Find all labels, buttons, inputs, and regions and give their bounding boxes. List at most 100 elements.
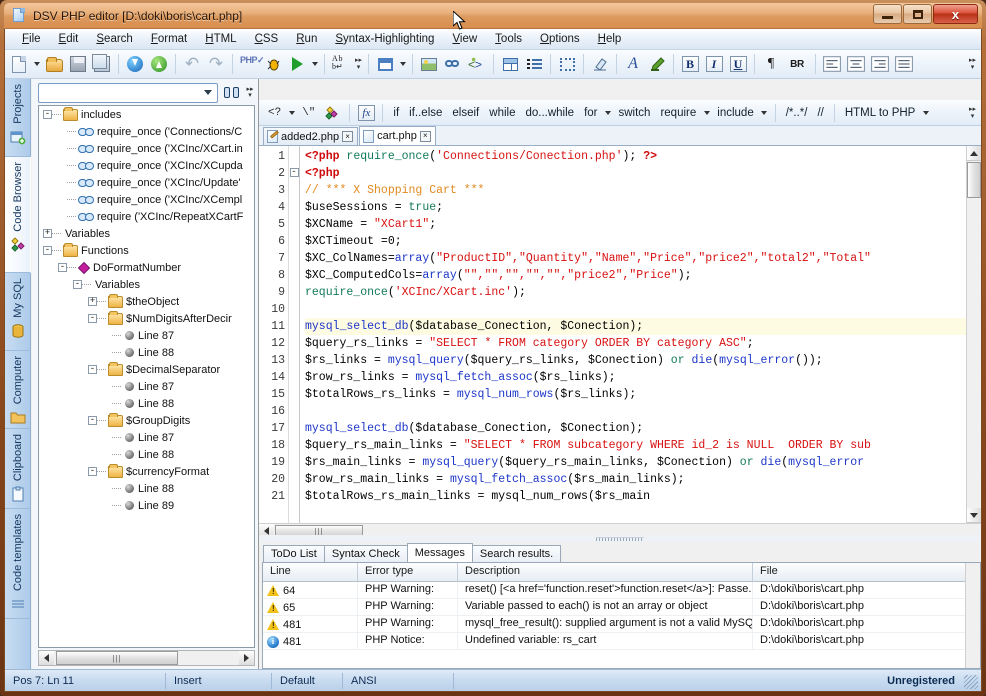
- keyword-require-dropdown[interactable]: [701, 101, 712, 125]
- php-toolbar-expand-button[interactable]: ▸▸▾: [967, 101, 978, 125]
- panel-splitter[interactable]: [259, 535, 981, 542]
- keyword-dowhile-button[interactable]: do...while: [520, 105, 579, 121]
- minimize-button[interactable]: [873, 4, 902, 24]
- close-button[interactable]: x: [933, 4, 978, 24]
- run-button[interactable]: [285, 52, 309, 76]
- undo-button[interactable]: ↶: [180, 52, 204, 76]
- preview-window-dropdown[interactable]: [397, 52, 408, 76]
- php-check-button[interactable]: PHP✓: [237, 52, 261, 76]
- code-line[interactable]: <?php: [305, 165, 981, 182]
- code-line[interactable]: $row_rs_links = mysql_fetch_assoc($rs_li…: [305, 369, 981, 386]
- resize-grip[interactable]: [964, 675, 978, 689]
- align-left-button[interactable]: [820, 52, 844, 76]
- code-line[interactable]: require_once('XCInc/XCart.inc');: [305, 284, 981, 301]
- tree-node[interactable]: -Functions: [39, 242, 254, 259]
- code-editor[interactable]: 123456789101112131415161718192021 - <?ph…: [259, 146, 981, 523]
- php-tag-button[interactable]: <?: [263, 104, 286, 121]
- font-button[interactable]: A: [621, 52, 645, 76]
- tree-collapse-toggle[interactable]: -: [88, 365, 97, 374]
- keyword-for-button[interactable]: for: [579, 105, 602, 121]
- tree-node[interactable]: -$currencyFormat: [39, 463, 254, 480]
- keyword-elseif-button[interactable]: elseif: [447, 105, 484, 121]
- editor-tab-cart[interactable]: cart.php ×: [359, 126, 436, 145]
- column-header-line[interactable]: Line: [263, 563, 358, 581]
- code-line[interactable]: $query_rs_links = "SELECT * FROM categor…: [305, 335, 981, 352]
- menu-file[interactable]: File: [13, 31, 50, 47]
- tab-syntax-check[interactable]: Syntax Check: [324, 545, 408, 562]
- tree-expand-toggle[interactable]: +: [88, 297, 97, 306]
- menu-view[interactable]: View: [443, 31, 486, 47]
- chevron-down-icon[interactable]: [201, 85, 215, 101]
- code-line[interactable]: [305, 403, 981, 420]
- tree-node[interactable]: Line 87: [39, 378, 254, 395]
- tree-collapse-toggle[interactable]: -: [43, 110, 52, 119]
- insert-list-button[interactable]: [522, 52, 546, 76]
- code-line[interactable]: $totalRows_rs_links = mysql_num_rows($rs…: [305, 386, 981, 403]
- toolbar-overflow-button[interactable]: ▸▸▾: [353, 52, 364, 76]
- tree-expand-toggle[interactable]: +: [43, 229, 52, 238]
- tree-node[interactable]: Line 88: [39, 446, 254, 463]
- code-text[interactable]: <?php require_once('Connections/Conectio…: [300, 146, 981, 523]
- code-explorer-button[interactable]: [320, 101, 344, 125]
- tree-node[interactable]: Line 88: [39, 395, 254, 412]
- code-line[interactable]: $rs_links = mysql_query($query_rs_links,…: [305, 352, 981, 369]
- messages-vertical-scrollbar[interactable]: [965, 563, 980, 668]
- bold-button[interactable]: B: [678, 52, 702, 76]
- php-tag-dropdown[interactable]: [286, 101, 297, 125]
- code-fold-column[interactable]: -: [289, 146, 300, 523]
- tree-collapse-toggle[interactable]: -: [88, 416, 97, 425]
- toolbar-expand-button[interactable]: ▸▸▾: [967, 52, 978, 76]
- new-file-dropdown[interactable]: [31, 52, 42, 76]
- maximize-button[interactable]: [903, 4, 932, 24]
- code-line[interactable]: $query_rs_main_links = "SELECT * FROM su…: [305, 437, 981, 454]
- code-line[interactable]: $rs_main_links = mysql_query($query_rs_m…: [305, 454, 981, 471]
- tab-messages[interactable]: Messages: [407, 543, 473, 562]
- code-line[interactable]: $row_rs_main_links = mysql_fetch_assoc($…: [305, 471, 981, 488]
- underline-button[interactable]: U: [726, 52, 750, 76]
- tree-node[interactable]: +$theObject: [39, 293, 254, 310]
- sidebar-tab-clipboard[interactable]: Clipboard: [5, 429, 31, 509]
- tree-scroll-left-button[interactable]: [39, 651, 54, 665]
- tree-horizontal-scrollbar[interactable]: |||: [38, 650, 255, 666]
- keyword-switch-button[interactable]: switch: [614, 105, 656, 121]
- tab-search-results[interactable]: Search results.: [472, 545, 561, 562]
- code-line[interactable]: mysql_select_db($database_Conection, $Co…: [305, 420, 981, 437]
- table-row[interactable]: !64PHP Warning:reset() [<a href='functio…: [263, 582, 980, 599]
- tree-node[interactable]: -DoFormatNumber: [39, 259, 254, 276]
- messages-grid-body[interactable]: !64PHP Warning:reset() [<a href='functio…: [263, 582, 980, 650]
- tree-node[interactable]: Line 87: [39, 429, 254, 446]
- functions-button[interactable]: fx: [355, 101, 377, 125]
- tree-node[interactable]: require_once ('XCInc/XCupda: [39, 157, 254, 174]
- tree-node[interactable]: -$NumDigitsAfterDecir: [39, 310, 254, 327]
- menu-tools[interactable]: Tools: [486, 31, 531, 47]
- tree-node[interactable]: Line 89: [39, 497, 254, 514]
- code-line[interactable]: $XCTimeout =0;: [305, 233, 981, 250]
- code-line[interactable]: mysql_select_db($database_Conection, $Co…: [305, 318, 981, 335]
- editor-tab-added2[interactable]: added2.php ×: [263, 127, 358, 145]
- editor-tab-cart-close[interactable]: ×: [420, 131, 431, 142]
- paragraph-button[interactable]: ¶: [759, 52, 783, 76]
- menu-syntax-highlighting[interactable]: Syntax-Highlighting: [326, 31, 443, 47]
- italic-button[interactable]: I: [702, 52, 726, 76]
- insert-link-button[interactable]: [441, 52, 465, 76]
- code-line[interactable]: $XCName = "XCart1";: [305, 216, 981, 233]
- column-header-description[interactable]: Description: [458, 563, 753, 581]
- code-line[interactable]: $totalRows_rs_main_links = mysql_num_row…: [305, 488, 981, 505]
- tab-todo-list[interactable]: ToDo List: [263, 545, 325, 562]
- insert-image-button[interactable]: [417, 52, 441, 76]
- keyword-for-dropdown[interactable]: [603, 101, 614, 125]
- code-line[interactable]: $useSessions = true;: [305, 199, 981, 216]
- keyword-include-dropdown[interactable]: [759, 101, 770, 125]
- align-right-button[interactable]: [868, 52, 892, 76]
- code-scroll-up-button[interactable]: [967, 146, 981, 161]
- tree-node[interactable]: require_once ('XCInc/Update': [39, 174, 254, 191]
- sidebar-tab-mysql[interactable]: My SQL: [5, 273, 31, 351]
- sidebar-tab-computer[interactable]: Computer: [5, 351, 31, 429]
- column-header-file[interactable]: File: [753, 563, 980, 581]
- download-button[interactable]: [123, 52, 147, 76]
- tree-filter-input[interactable]: [39, 87, 201, 99]
- upload-button[interactable]: [147, 52, 171, 76]
- open-file-button[interactable]: [42, 52, 66, 76]
- align-center-button[interactable]: [844, 52, 868, 76]
- menu-css[interactable]: CSS: [246, 31, 288, 47]
